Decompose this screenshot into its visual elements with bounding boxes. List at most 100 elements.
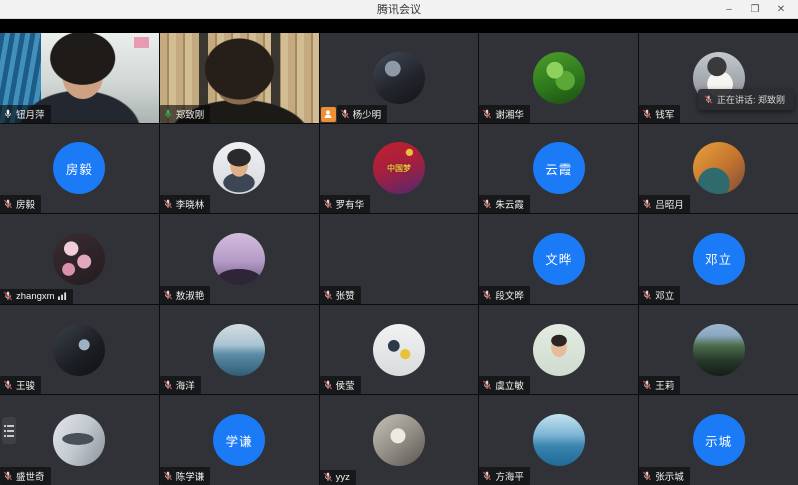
participant-name-bar: 方海平 bbox=[479, 467, 530, 485]
participant-tile[interactable]: 郑致刚 bbox=[160, 33, 319, 123]
participant-tile[interactable]: 张赞 bbox=[320, 214, 479, 304]
participant-tile[interactable]: 王骏 bbox=[0, 305, 159, 395]
participant-tile[interactable]: 云霞 朱云霞 bbox=[479, 124, 638, 214]
network-signal-icon bbox=[58, 292, 67, 300]
participant-name: 邓立 bbox=[655, 288, 674, 302]
participant-avatar: 中国梦 bbox=[373, 142, 425, 194]
participant-name-bar: 敖淑艳 bbox=[160, 286, 211, 304]
participant-tile[interactable]: 盛世奇 bbox=[0, 395, 159, 485]
mic-icon bbox=[163, 109, 173, 119]
participant-tile[interactable]: 李晓林 bbox=[160, 124, 319, 214]
mic-icon bbox=[3, 291, 13, 301]
mic-icon bbox=[323, 199, 333, 209]
participant-name-bar: 杨少明 bbox=[337, 105, 388, 123]
mic-icon bbox=[482, 471, 492, 481]
participant-tile[interactable]: 谢湘华 bbox=[479, 33, 638, 123]
participant-grid: 钮月萍 郑致刚 bbox=[0, 33, 798, 485]
participant-name-bar: 海洋 bbox=[160, 376, 201, 394]
participant-avatar: 房毅 bbox=[53, 142, 105, 194]
participant-name-bar: 罗有华 bbox=[320, 195, 371, 213]
participant-name: 钱军 bbox=[655, 107, 674, 121]
host-badge-icon bbox=[321, 107, 336, 122]
participant-name-bar: 钮月萍 bbox=[0, 105, 51, 123]
mic-icon bbox=[3, 380, 13, 390]
participant-name: yyz bbox=[336, 472, 350, 483]
participant-avatar bbox=[693, 142, 745, 194]
mic-icon bbox=[340, 109, 350, 119]
participant-avatar bbox=[213, 233, 265, 285]
participant-name-bar: 钱军 bbox=[639, 105, 680, 123]
participant-name: 郑致刚 bbox=[176, 107, 205, 121]
participant-avatar bbox=[533, 52, 585, 104]
participant-name-bar: 郑致刚 bbox=[160, 105, 211, 123]
participant-tile[interactable]: 方海平 bbox=[479, 395, 638, 485]
mic-icon bbox=[642, 199, 652, 209]
participant-name: 房毅 bbox=[16, 197, 35, 211]
participant-name-bar: 盛世奇 bbox=[0, 467, 51, 485]
participant-tile[interactable]: 中国梦 罗有华 bbox=[320, 124, 479, 214]
active-speaker-toast: 正在讲话: 郑致刚 bbox=[698, 89, 794, 110]
participant-avatar bbox=[373, 233, 425, 285]
participant-tile[interactable]: 文晔 段文晔 bbox=[479, 214, 638, 304]
participant-tile[interactable]: 学谦 陈学谦 bbox=[160, 395, 319, 485]
participant-avatar: 示城 bbox=[693, 414, 745, 466]
active-speaker-label: 正在讲话: 郑致刚 bbox=[717, 93, 785, 106]
mic-icon bbox=[482, 290, 492, 300]
participant-avatar bbox=[693, 324, 745, 376]
participant-name-bar: 谢湘华 bbox=[479, 105, 530, 123]
participant-name: 张赞 bbox=[336, 288, 355, 302]
participant-name: 敖淑艳 bbox=[176, 288, 205, 302]
participant-name-bar: 张赞 bbox=[320, 286, 361, 304]
participant-avatar bbox=[213, 142, 265, 194]
participant-name: 吕昭月 bbox=[655, 197, 684, 211]
mic-muted-icon bbox=[704, 95, 713, 104]
participant-avatar bbox=[373, 52, 425, 104]
participant-avatar bbox=[53, 414, 105, 466]
participant-tile[interactable]: 吕昭月 bbox=[639, 124, 798, 214]
participant-avatar bbox=[213, 324, 265, 376]
participant-name-bar: 段文晔 bbox=[479, 286, 530, 304]
participant-tile[interactable]: zhangxm bbox=[0, 214, 159, 304]
participant-name-bar: zhangxm bbox=[0, 289, 73, 304]
participant-avatar bbox=[373, 324, 425, 376]
participant-name: 朱云霞 bbox=[495, 197, 524, 211]
participant-tile[interactable]: 虞立敏 bbox=[479, 305, 638, 395]
participant-name: zhangxm bbox=[16, 291, 55, 302]
minimize-button[interactable]: – bbox=[716, 0, 742, 18]
window-title: 腾讯会议 bbox=[377, 1, 421, 17]
participant-avatar: 学谦 bbox=[213, 414, 265, 466]
participant-name: 虞立敏 bbox=[495, 378, 524, 392]
mic-icon bbox=[163, 199, 173, 209]
mic-icon bbox=[642, 380, 652, 390]
participant-tile[interactable]: 示城 张示城 bbox=[639, 395, 798, 485]
participant-tile[interactable]: 王莉 bbox=[639, 305, 798, 395]
participant-name: 杨少明 bbox=[353, 107, 382, 121]
participant-tile[interactable]: 侯莹 bbox=[320, 305, 479, 395]
participant-tile[interactable]: 海洋 bbox=[160, 305, 319, 395]
mic-icon bbox=[323, 290, 333, 300]
participant-name: 罗有华 bbox=[336, 197, 365, 211]
participant-name: 李晓林 bbox=[176, 197, 205, 211]
mic-icon bbox=[642, 290, 652, 300]
meeting-main: 钮月萍 郑致刚 bbox=[0, 19, 798, 485]
participant-tile[interactable]: 敖淑艳 bbox=[160, 214, 319, 304]
participant-name: 段文晔 bbox=[495, 288, 524, 302]
mic-icon bbox=[163, 290, 173, 300]
participant-tile[interactable]: 邓立 邓立 bbox=[639, 214, 798, 304]
participant-tile[interactable]: 杨少明 bbox=[320, 33, 479, 123]
participant-name-bar: 朱云霞 bbox=[479, 195, 530, 213]
close-button[interactable]: ✕ bbox=[768, 0, 794, 18]
mic-icon bbox=[482, 380, 492, 390]
participant-tile[interactable]: yyz bbox=[320, 395, 479, 485]
participant-name: 陈学谦 bbox=[176, 469, 205, 483]
participant-tile[interactable]: 房毅 房毅 bbox=[0, 124, 159, 214]
participant-name: 方海平 bbox=[495, 469, 524, 483]
participant-name-bar: 张示城 bbox=[639, 467, 690, 485]
maximize-button[interactable]: ❐ bbox=[742, 0, 768, 18]
participant-name-bar: 侯莹 bbox=[320, 376, 361, 394]
participant-name-bar: yyz bbox=[320, 470, 356, 485]
participant-name-bar: 王骏 bbox=[0, 376, 41, 394]
participant-name: 侯莹 bbox=[336, 378, 355, 392]
participant-tile[interactable]: 钮月萍 bbox=[0, 33, 159, 123]
layout-switch-button[interactable] bbox=[2, 417, 16, 444]
